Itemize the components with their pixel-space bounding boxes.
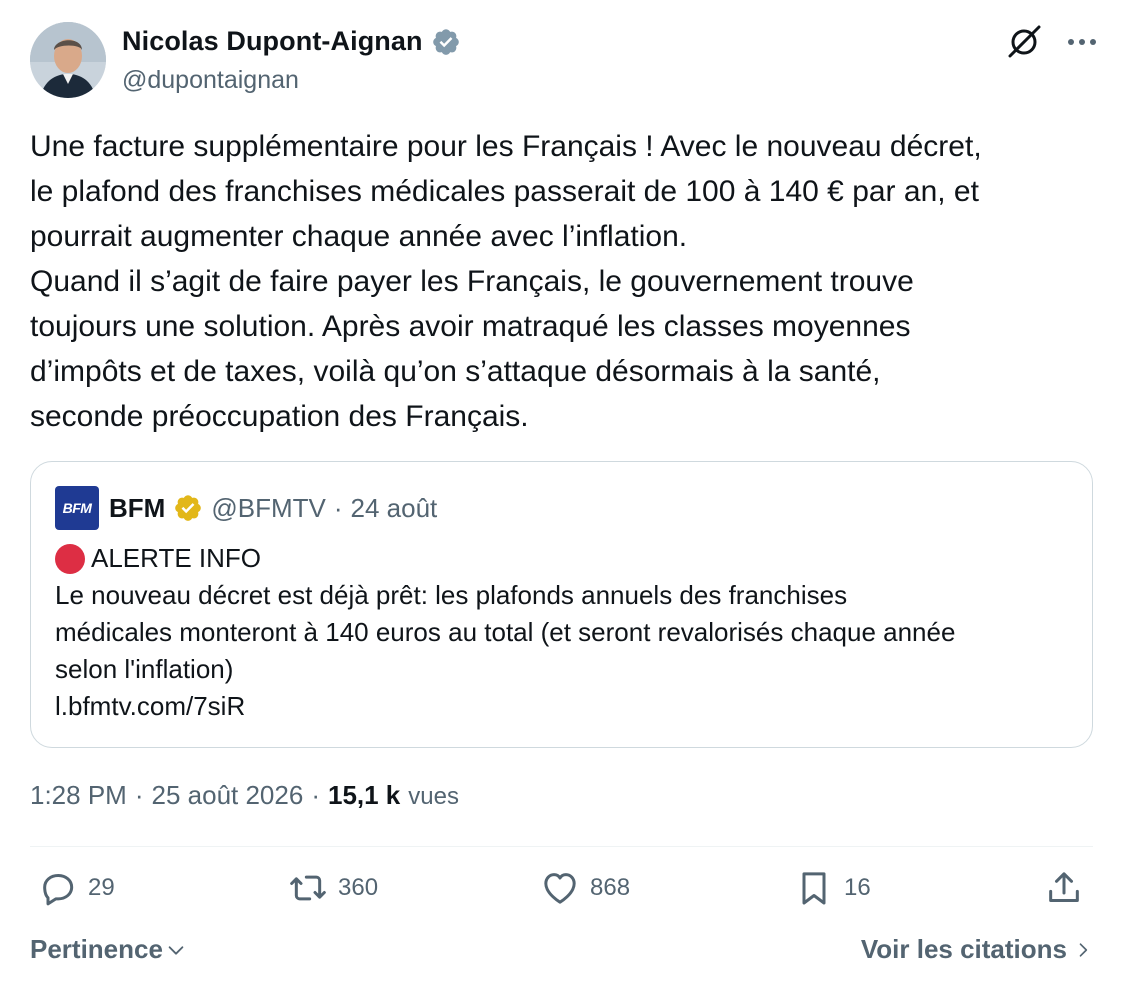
repost-count: 360: [338, 874, 379, 901]
chevron-down-icon: [168, 945, 184, 955]
tweet-text: Une facture supplémentaire pour les Fran…: [30, 124, 1090, 439]
quote-text: ALERTE INFO Le nouveau décret est déjà p…: [55, 540, 1075, 725]
repost-button[interactable]: 360: [288, 868, 378, 908]
quote-line: selon l'inflation): [55, 654, 234, 684]
grok-icon[interactable]: [1006, 24, 1042, 60]
quoted-tweet-card[interactable]: BFM BFM @BFMTV · 24 août ALERTE INFO Le …: [30, 461, 1093, 748]
quote-link[interactable]: l.bfmtv.com/7siR: [55, 688, 1075, 725]
share-button[interactable]: [1044, 868, 1084, 908]
views-label: vues: [408, 783, 459, 810]
red-circle-emoji-icon: [55, 543, 85, 574]
quote-line: médicales monteront à 140 euros au total…: [55, 617, 956, 647]
reply-icon: [43, 874, 74, 906]
reply-count: 29: [88, 874, 115, 901]
view-quotes-link[interactable]: Voir les citations: [861, 934, 1093, 965]
quote-date[interactable]: 24 août: [351, 493, 438, 524]
sort-label: Pertinence: [30, 934, 163, 964]
replies-footer: Pertinence Voir les citations: [30, 934, 1093, 970]
views-count: 15,1 k: [327, 780, 401, 810]
verified-badge-icon: [432, 28, 459, 55]
tweet-date[interactable]: 25 août 2026: [152, 780, 304, 811]
tweet-line: d’impôts et de taxes, voilà qu’on s’atta…: [30, 355, 881, 388]
repost-icon: [290, 875, 326, 901]
author-handle[interactable]: @dupontaignan: [122, 66, 299, 95]
tweet-line: pourrait augmenter chaque année avec l’i…: [30, 220, 688, 253]
quote-author-name[interactable]: BFM: [109, 493, 165, 524]
tweet-meta: 1:28 PM · 25 août 2026 · 15,1 k vues: [30, 780, 459, 811]
sort-dropdown[interactable]: Pertinence: [30, 934, 187, 965]
bookmark-count: 16: [844, 874, 871, 901]
view-quotes-label: Voir les citations: [860, 934, 1067, 964]
tweet-line: Quand il s’agit de faire payer les Franç…: [30, 265, 914, 298]
tweet-time[interactable]: 1:28 PM: [30, 780, 127, 811]
reply-button[interactable]: 29: [38, 868, 115, 908]
author-avatar[interactable]: [30, 22, 106, 98]
quote-line: Le nouveau décret est déjà prêt: les pla…: [55, 580, 848, 610]
tweet-header: Nicolas Dupont-Aignan @dupontaignan: [30, 22, 1100, 102]
tweet-line: seconde préoccupation des Français.: [30, 400, 529, 433]
like-button[interactable]: 868: [540, 868, 630, 908]
avatar-portrait-icon: [30, 22, 106, 98]
bfm-logo-text: BFM: [62, 500, 92, 516]
bookmark-icon: [802, 872, 826, 905]
share-icon: [1049, 872, 1079, 902]
tweet-line: le plafond des franchises médicales pass…: [30, 175, 979, 208]
quote-separator: ·: [333, 492, 343, 523]
bfm-logo[interactable]: BFM: [55, 486, 99, 530]
meta-separator: ·: [311, 780, 320, 810]
author-name[interactable]: Nicolas Dupont-Aignan: [122, 26, 423, 57]
tweet-line: Une facture supplémentaire pour les Fran…: [30, 130, 982, 163]
gold-verified-badge-icon: [175, 495, 202, 521]
quote-alert-label: ALERTE INFO: [91, 543, 262, 573]
quote-author-handle[interactable]: @BFMTV: [211, 493, 326, 524]
grok-glyph-icon: [1008, 25, 1041, 58]
chevron-right-icon: [1079, 942, 1088, 957]
tweet-line: toujours une solution. Après avoir matra…: [30, 310, 911, 343]
more-icon[interactable]: [1064, 24, 1100, 60]
action-bar: 29 360 868 16: [30, 868, 1093, 916]
heart-icon: [544, 873, 576, 904]
more-dots-icon: [1068, 39, 1096, 45]
divider: [30, 846, 1093, 847]
meta-separator: ·: [134, 780, 144, 810]
bookmark-button[interactable]: 16: [794, 868, 871, 908]
like-count: 868: [590, 874, 631, 901]
